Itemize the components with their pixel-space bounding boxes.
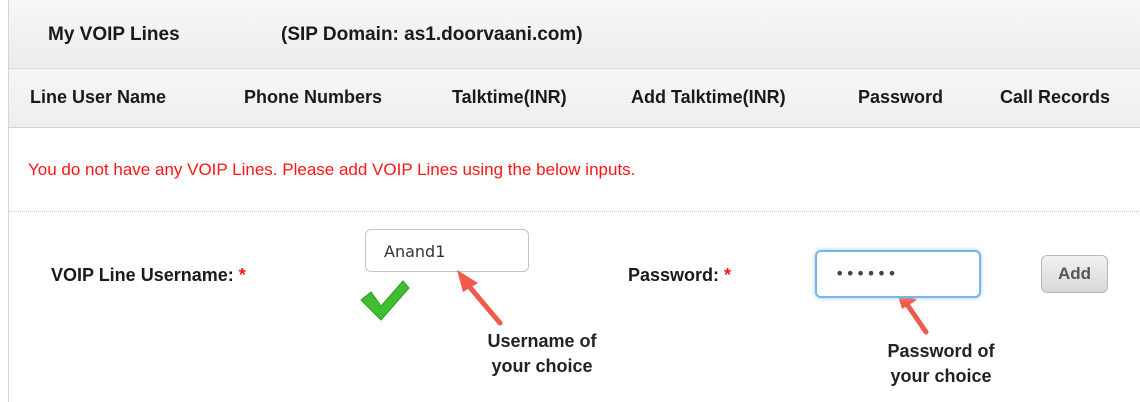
required-marker: * (724, 265, 732, 285)
password-annotation: Password of your choice (887, 341, 995, 386)
checkmark-icon (360, 280, 410, 321)
password-input[interactable]: •••••• (815, 250, 981, 298)
arrow-icon (457, 270, 503, 326)
username-annotation: Username of your choice (487, 331, 597, 376)
voip-lines-panel: My VOIP Lines (SIP Domain: as1.doorvaani… (8, 0, 1140, 402)
password-label: Password: * (628, 265, 732, 285)
add-button[interactable]: Add (1041, 255, 1108, 293)
